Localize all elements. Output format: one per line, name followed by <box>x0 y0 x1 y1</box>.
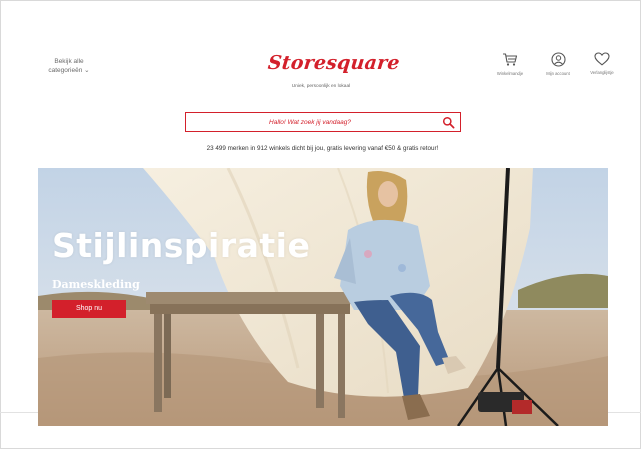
site-logo[interactable]: Storesquare <box>267 52 401 74</box>
site-tagline: Uniek, persoonlijk en lokaal <box>291 84 351 89</box>
user-icon <box>550 52 566 67</box>
all-categories-menu[interactable]: Bekijk alle categorieën ⌄ <box>40 57 98 75</box>
account-label: Mijn account <box>546 71 570 76</box>
hero-subtitle: Dameskleding <box>52 278 140 291</box>
shop-now-button[interactable]: Shop nu <box>52 300 126 318</box>
promo-banner-text: 23 499 merken in 912 winkels dicht bij j… <box>206 145 439 152</box>
heart-icon <box>594 52 610 66</box>
account-button[interactable]: Mijn account <box>538 52 578 76</box>
cart-icon <box>503 53 518 66</box>
hero-image <box>38 168 608 426</box>
wishlist-label: Verlanglijstje <box>590 70 614 75</box>
wishlist-button[interactable]: Verlanglijstje <box>582 52 622 75</box>
search-icon[interactable] <box>442 116 455 129</box>
search-bar <box>185 112 461 132</box>
cart-label: Winkelmandje <box>496 71 524 76</box>
hero-title: Stijlinspiratie <box>52 226 311 265</box>
categories-label-line1: Bekijk alle <box>54 58 84 65</box>
cart-button[interactable]: Winkelmandje <box>490 52 530 76</box>
categories-label-line2: categorieën ⌄ <box>48 67 90 74</box>
search-input[interactable] <box>192 113 428 131</box>
hero-banner: Stijlinspiratie Dameskleding Shop nu <box>38 168 608 426</box>
